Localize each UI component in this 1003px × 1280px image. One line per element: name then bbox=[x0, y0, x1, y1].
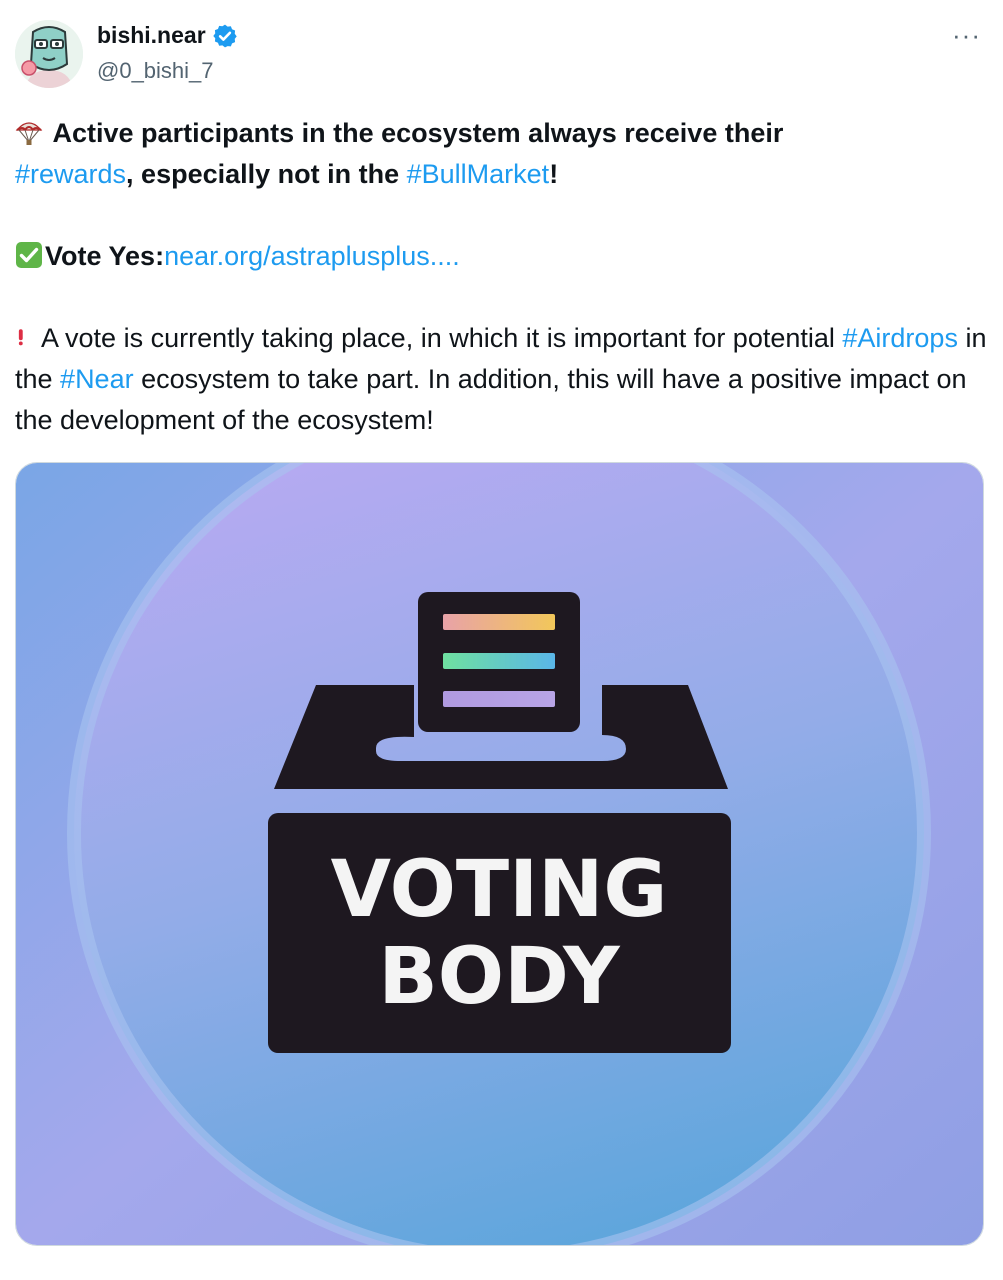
more-options-button[interactable]: ··· bbox=[952, 22, 981, 48]
tweet-paragraph-3-start: A vote is currently taking place, in whi… bbox=[35, 323, 843, 353]
author-name-row: bishi.near bbox=[97, 22, 238, 49]
hashtag-near-link[interactable]: #Near bbox=[60, 364, 134, 394]
tweet-media-image[interactable]: VOTING BODY bbox=[15, 462, 984, 1246]
author-handle[interactable]: @0_bishi_7 bbox=[97, 58, 214, 84]
tweet-paragraph-3: A vote is currently taking place, in whi… bbox=[15, 318, 990, 441]
tweet-paragraph-3-end: ecosystem to take part. In addition, thi… bbox=[15, 364, 967, 435]
hashtag-rewards-link[interactable]: #rewards bbox=[15, 159, 126, 189]
tweet-line1-text: Active participants in the ecosystem alw… bbox=[52, 118, 784, 148]
author-avatar[interactable] bbox=[15, 20, 83, 88]
hashtag-airdrops-link[interactable]: #Airdrops bbox=[842, 323, 958, 353]
check-mark-emoji-icon bbox=[16, 242, 42, 268]
verified-badge-icon bbox=[212, 24, 237, 47]
tweet-line2-end: ! bbox=[549, 159, 559, 189]
cartoon-avatar-icon bbox=[15, 20, 83, 88]
vote-yes-label: Vote Yes: bbox=[45, 241, 165, 271]
exclamation-emoji-icon bbox=[18, 329, 23, 346]
media-title-line1: VOTING bbox=[331, 845, 668, 935]
vote-link[interactable]: near.org/astraplusplus.... bbox=[164, 241, 460, 271]
tweet-line2-text: , especially not in the bbox=[126, 159, 407, 189]
hashtag-bullmarket-link[interactable]: #BullMarket bbox=[407, 159, 550, 189]
tweet-paragraph-2: Vote Yes:near.org/astraplusplus.... bbox=[15, 236, 990, 277]
parachute-emoji-icon bbox=[15, 122, 43, 145]
voting-body-illustration: VOTING BODY bbox=[16, 463, 983, 1245]
tweet-paragraph-1: Active participants in the ecosystem alw… bbox=[15, 113, 990, 195]
media-title-line2: BODY bbox=[378, 932, 621, 1022]
tweet-body: Active participants in the ecosystem alw… bbox=[15, 113, 990, 441]
author-display-name[interactable]: bishi.near bbox=[97, 22, 206, 49]
